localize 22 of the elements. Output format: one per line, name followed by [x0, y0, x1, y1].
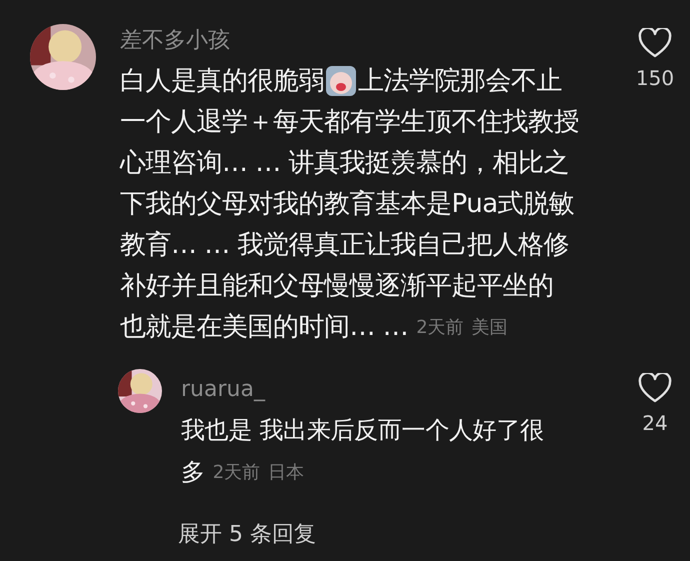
like-count: 150	[636, 66, 674, 90]
comment-text: 我也是 我出来后反而一个人好了很	[181, 415, 544, 446]
comment-time: 2天前	[212, 461, 260, 484]
comment-text: 心理咨询… … 讲真我挺羡慕的，相比之	[120, 147, 570, 180]
comment-text: 上法学院那会不止	[358, 65, 562, 98]
expand-replies-button[interactable]: 展开 5 条回复	[178, 519, 316, 549]
heart-icon[interactable]	[638, 373, 672, 403]
comment-text: 也就是在美国的时间… …	[120, 311, 408, 344]
comment-text: 教育… … 我觉得真正让我自己把人格修	[120, 229, 570, 262]
comment-text: 一个人退学＋每天都有学生顶不住找教授	[120, 106, 579, 139]
like-count: 24	[642, 411, 668, 435]
comment-text: 下我的父母对我的教育基本是Pua式脱敏	[120, 188, 574, 221]
comment-text: 补好并且能和父母慢慢逐渐平起平坐的	[120, 270, 554, 303]
username[interactable]: 差不多小孩	[120, 26, 230, 56]
comment-text: 白人是真的很脆弱	[120, 65, 324, 98]
comment-text: 多	[181, 457, 205, 488]
comment-time: 2天前	[416, 316, 464, 338]
comment-location: 美国	[472, 316, 508, 338]
emoji-sticker-icon	[326, 66, 356, 96]
heart-icon[interactable]	[638, 28, 672, 58]
username[interactable]: ruarua_	[181, 375, 265, 405]
comment-location: 日本	[268, 461, 304, 484]
